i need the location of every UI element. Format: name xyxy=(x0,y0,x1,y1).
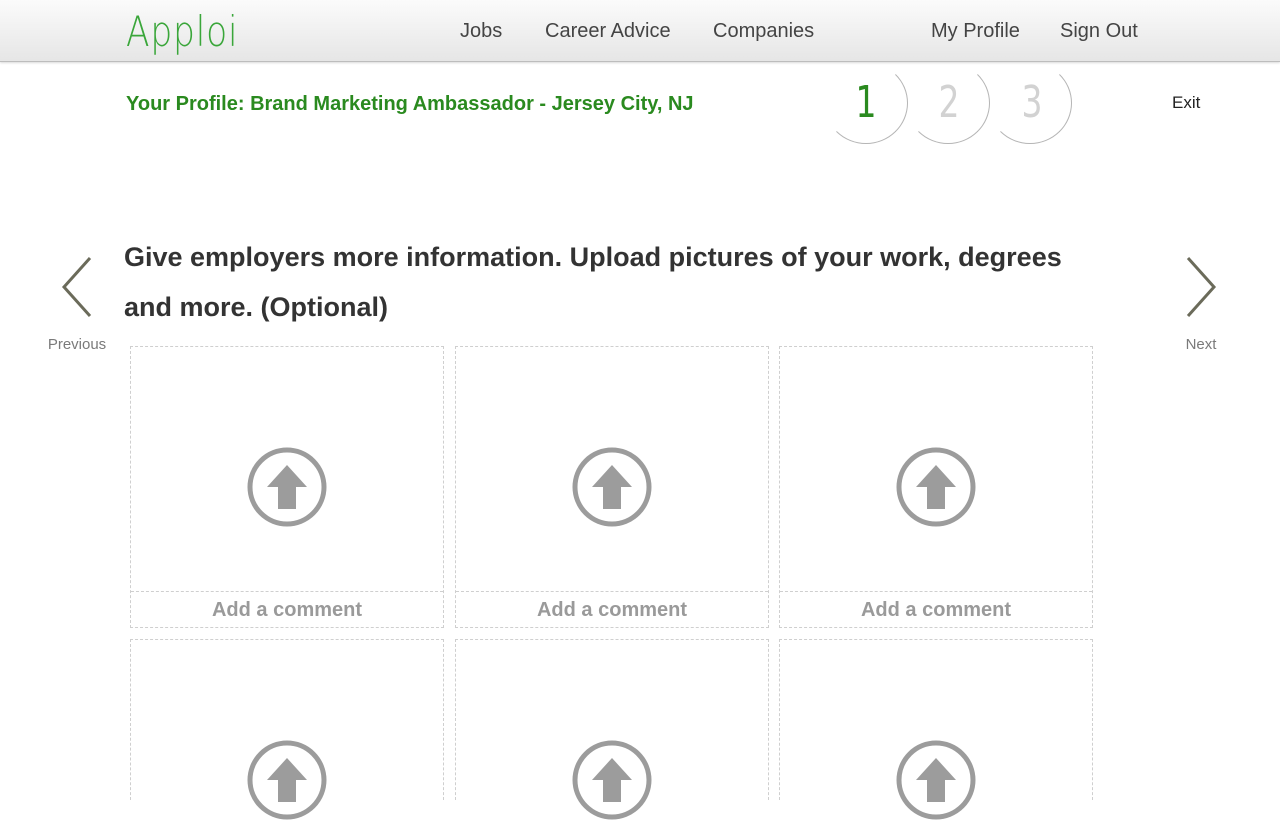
upload-tile-6 xyxy=(779,639,1093,820)
step-3-number: 3 xyxy=(1021,77,1043,128)
upload-arrow-icon xyxy=(896,447,976,527)
upload-arrow-icon xyxy=(247,740,327,820)
upload-drop-area[interactable] xyxy=(780,347,1092,590)
upload-tile-5 xyxy=(455,639,769,820)
upload-tile-3: Add a comment xyxy=(779,346,1093,628)
nav-career-advice-link[interactable]: Career Advice xyxy=(545,18,671,44)
upload-drop-area[interactable] xyxy=(456,640,768,820)
upload-tile-1: Add a comment xyxy=(130,346,444,628)
previous-button[interactable]: Previous xyxy=(42,256,112,356)
nav-my-profile-link[interactable]: My Profile xyxy=(931,18,1020,44)
previous-label: Previous xyxy=(47,336,107,353)
nav-jobs-link[interactable]: Jobs xyxy=(460,18,502,44)
upload-drop-area[interactable] xyxy=(780,640,1092,820)
step-1-number: 1 xyxy=(855,77,877,128)
upload-arrow-icon xyxy=(572,447,652,527)
chevron-right-icon xyxy=(1186,256,1217,318)
nav-companies-link[interactable]: Companies xyxy=(713,18,814,44)
comment-field[interactable]: Add a comment xyxy=(131,591,443,627)
comment-field[interactable]: Add a comment xyxy=(780,591,1092,627)
upload-tile-2: Add a comment xyxy=(455,346,769,628)
upload-instructions-heading: Give employers more information. Upload … xyxy=(124,242,1062,322)
profile-title: Your Profile: Brand Marketing Ambassador… xyxy=(126,93,694,115)
upload-tile-4 xyxy=(130,639,444,820)
chevron-left-icon xyxy=(61,256,92,318)
upload-drop-area[interactable] xyxy=(131,347,443,590)
apploi-logo[interactable]: Apploi xyxy=(126,6,238,58)
next-label: Next xyxy=(1185,336,1217,353)
upload-arrow-icon xyxy=(247,447,327,527)
upload-drop-area[interactable] xyxy=(456,347,768,590)
upload-drop-area[interactable] xyxy=(131,640,443,820)
upload-arrow-icon xyxy=(896,740,976,820)
step-2-number: 2 xyxy=(938,77,960,128)
nav-sign-out-link[interactable]: Sign Out xyxy=(1060,18,1138,44)
top-nav-bar: Apploi Jobs Career Advice Companies My P… xyxy=(0,0,1280,62)
upload-arrow-icon xyxy=(572,740,652,820)
next-button[interactable]: Next xyxy=(1166,256,1236,356)
exit-link[interactable]: Exit xyxy=(1172,92,1200,114)
comment-field[interactable]: Add a comment xyxy=(456,591,768,627)
